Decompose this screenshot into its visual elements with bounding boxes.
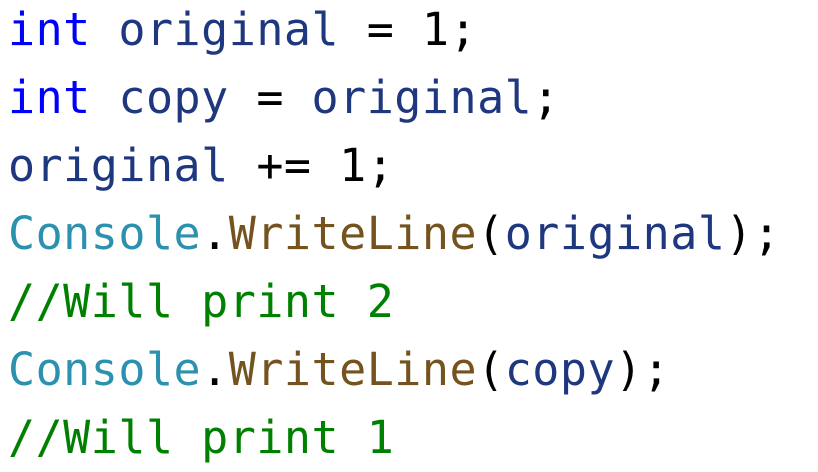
dot: . [201,207,229,260]
code-line-3: original += 1; [8,132,394,200]
method-writeline: WriteLine [228,343,478,396]
code-line-1: int original = 1; [8,0,477,64]
operator-assign: = [366,3,395,56]
open-paren: ( [477,207,505,260]
code-editor: int original = 1; int copy = original; o… [8,0,816,467]
operator-assign: = [256,71,284,124]
dot: . [201,343,229,396]
variable-copy: copy [118,71,229,124]
operator-add-assign: += [256,139,312,192]
close-paren-semicolon: ); [615,343,671,396]
keyword-int: int [8,3,91,56]
semicolon: ; [449,3,478,56]
method-writeline: WriteLine [228,207,478,260]
class-console: Console [8,343,202,396]
close-paren-semicolon: ); [725,207,781,260]
number-literal: 1 [421,3,450,56]
code-line-4: Console.WriteLine(original); [8,200,781,268]
keyword-int: int [8,71,91,124]
semicolon: ; [366,139,395,192]
variable-original: original [118,3,340,56]
variable-original: original [311,71,533,124]
comment: //Will print 1 [8,411,395,464]
code-line-7: //Will print 1 [8,404,394,472]
semicolon: ; [532,71,560,124]
class-console: Console [8,207,202,260]
variable-copy: copy [504,343,616,396]
code-line-5: //Will print 2 [8,268,394,336]
open-paren: ( [477,343,505,396]
code-line-2: int copy = original; [8,64,560,132]
code-line-6: Console.WriteLine(copy); [8,336,670,404]
number-literal: 1 [339,139,367,192]
variable-original: original [8,139,229,192]
comment: //Will print 2 [8,275,395,328]
variable-original: original [504,207,726,260]
